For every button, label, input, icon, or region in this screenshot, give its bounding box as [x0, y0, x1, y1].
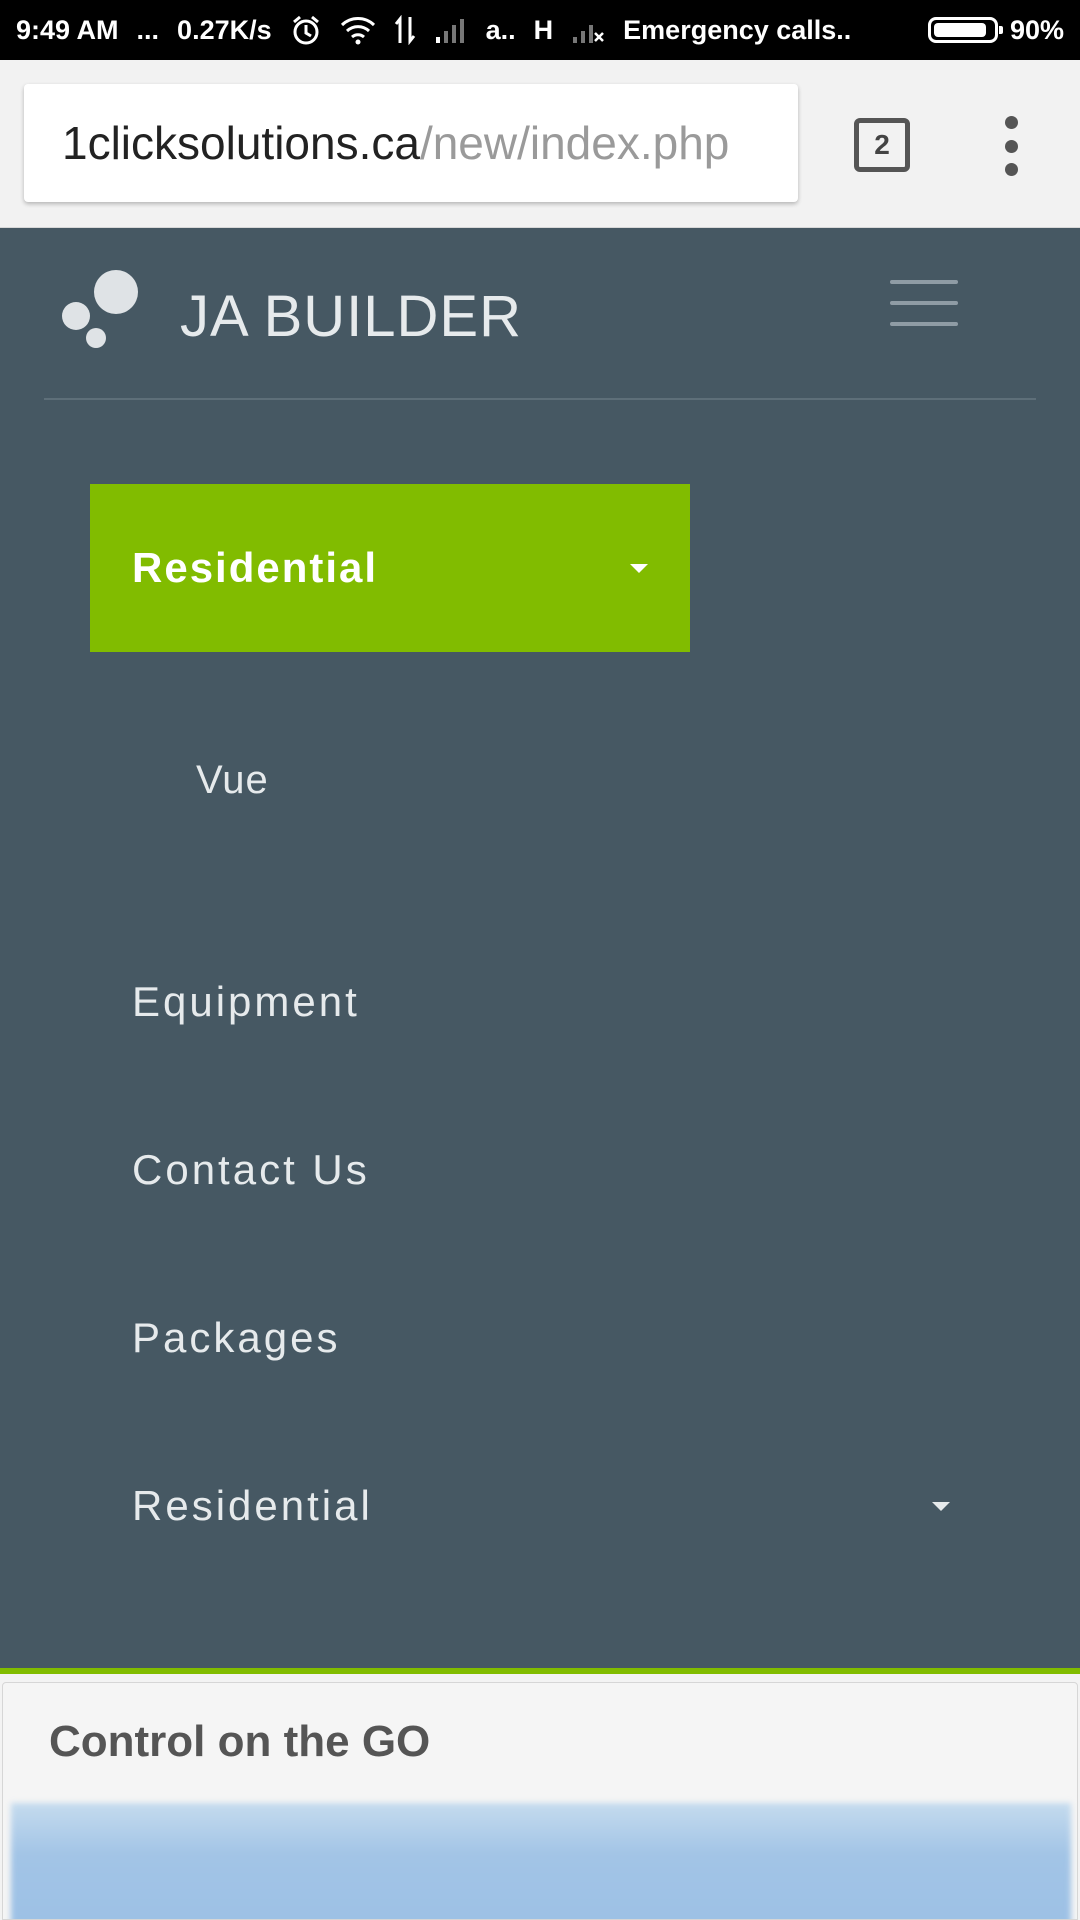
- brand-name[interactable]: JA BUILDER: [180, 283, 522, 350]
- status-time: 9:49 AM: [16, 14, 119, 45]
- url-bar[interactable]: 1clicksolutions.ca/new/index.php: [24, 84, 798, 202]
- browser-toolbar: 1clicksolutions.ca/new/index.php 2: [0, 60, 1080, 228]
- content-card: Control on the GO: [2, 1682, 1078, 1920]
- menu-dot-icon: [1004, 163, 1018, 176]
- nav-item-residential-active[interactable]: Residential: [90, 484, 690, 652]
- nav-item-label: Residential: [132, 544, 379, 591]
- status-carrier: a..: [485, 14, 516, 45]
- data-transfer-icon: [394, 15, 416, 45]
- menu-dot-icon: [1004, 116, 1018, 129]
- caret-down-icon: [630, 564, 648, 573]
- nav-item-contact-us[interactable]: Contact Us: [132, 1146, 370, 1194]
- hamburger-menu-icon[interactable]: [890, 280, 958, 326]
- status-battery: 90%: [1009, 14, 1064, 45]
- nav-item-label: Packages: [132, 1314, 341, 1361]
- menu-dot-icon: [1004, 139, 1018, 153]
- nav-item-packages[interactable]: Packages: [132, 1314, 340, 1362]
- browser-menu-button[interactable]: [998, 116, 1024, 176]
- nav-item-label: Equipment: [132, 978, 360, 1025]
- nav-item-label: Residential: [132, 1482, 373, 1529]
- nav-subitem-vue[interactable]: Vue: [196, 758, 269, 803]
- site-navigation: JA BUILDER Residential Vue Equipment Con…: [0, 228, 1080, 1674]
- url-path: /new/index.php: [419, 117, 730, 169]
- status-bar: 9:49 AM ... 0.27K/s a.. H Emergency call…: [0, 0, 1080, 60]
- status-emergency: Emergency calls..: [623, 14, 852, 45]
- no-signal-icon: [571, 17, 605, 43]
- battery-icon: [927, 17, 1003, 43]
- nav-item-residential[interactable]: Residential: [132, 1482, 950, 1530]
- tab-switcher-button[interactable]: 2: [854, 118, 910, 172]
- status-network-type: H: [533, 14, 554, 45]
- tab-count: 2: [874, 129, 890, 160]
- signal-icon: [434, 17, 468, 43]
- card-title: Control on the GO: [49, 1717, 431, 1766]
- nav-divider: [44, 398, 1036, 400]
- nav-item-label: Contact Us: [132, 1146, 370, 1193]
- alarm-icon: [290, 14, 322, 46]
- caret-down-icon: [932, 1502, 950, 1511]
- nav-item-equipment[interactable]: Equipment: [132, 978, 360, 1026]
- brand-logo-icon[interactable]: [62, 270, 142, 350]
- status-more: ...: [136, 14, 160, 45]
- wifi-icon: [340, 15, 376, 45]
- url-domain: 1clicksolutions.ca: [62, 117, 420, 169]
- status-speed: 0.27K/s: [177, 14, 272, 45]
- card-banner-image: [11, 1803, 1071, 1919]
